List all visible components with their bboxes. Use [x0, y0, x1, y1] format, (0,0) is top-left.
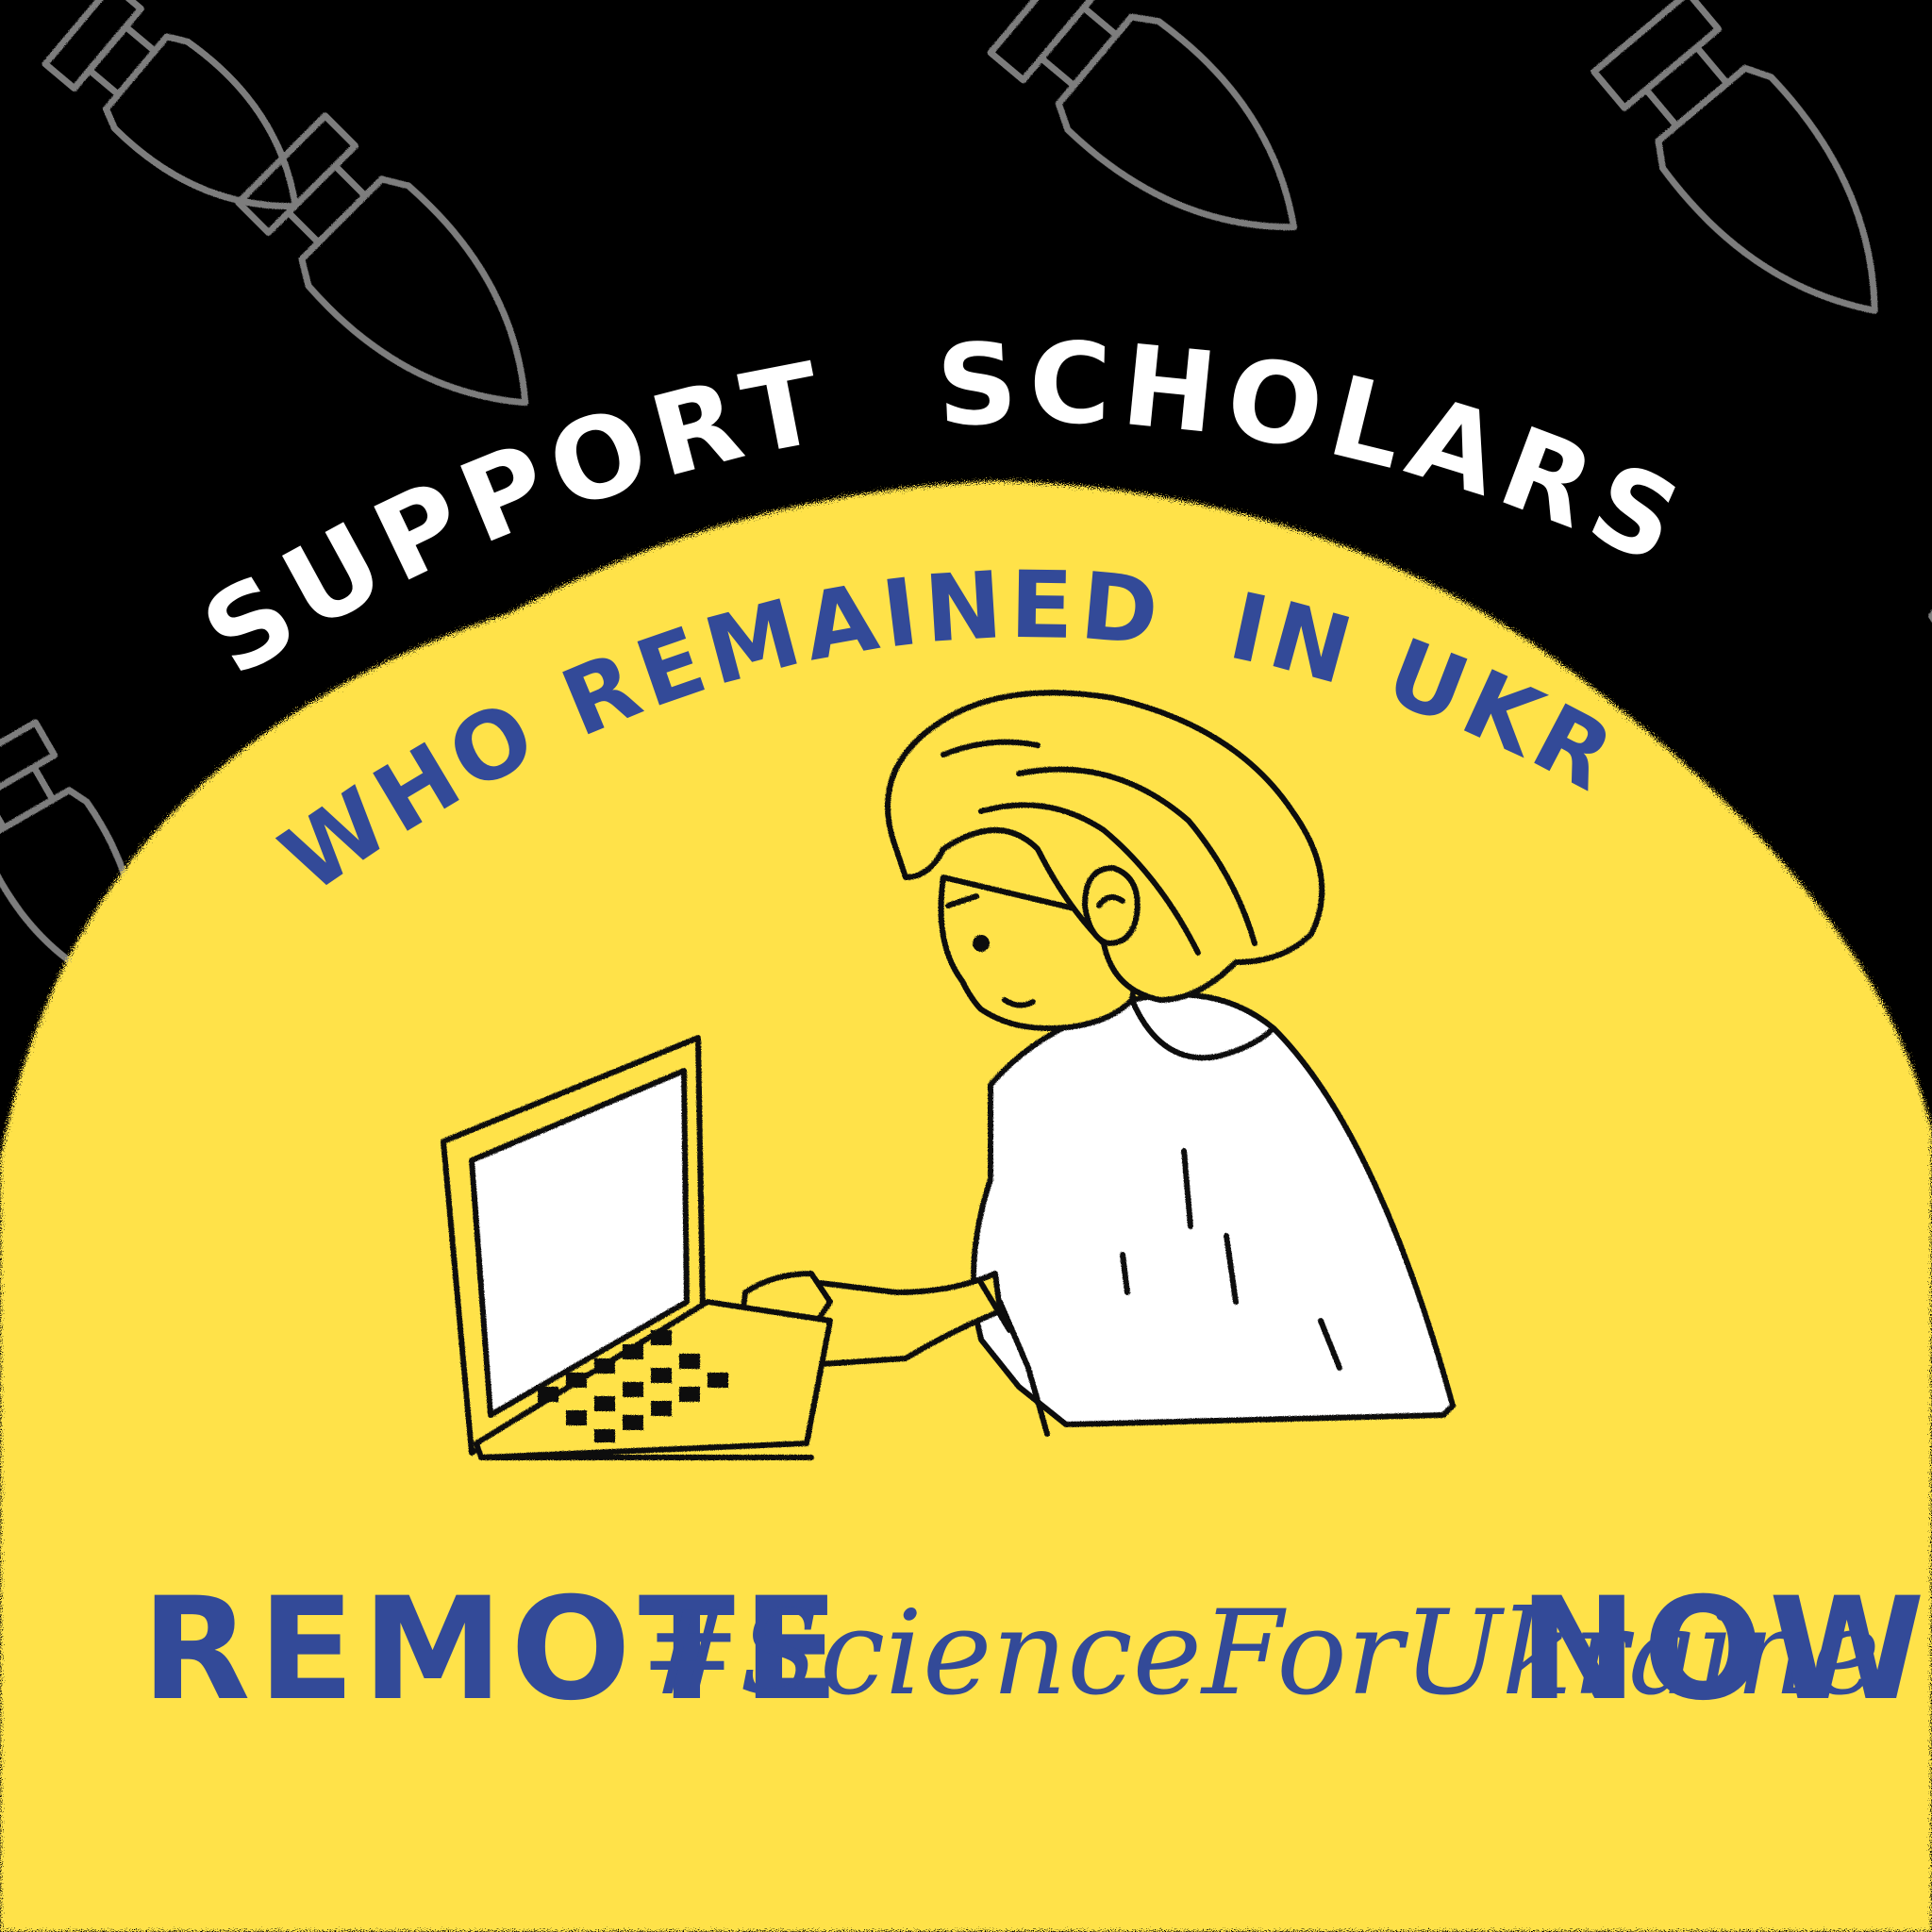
footer-word-now: NOW! [1519, 1568, 1932, 1732]
poster: SUPPORTSCHOLARS WHO REMAINEDIN UKRAINE [0, 0, 1932, 1932]
poster-artwork: SUPPORTSCHOLARS WHO REMAINEDIN UKRAINE [0, 0, 1932, 1932]
